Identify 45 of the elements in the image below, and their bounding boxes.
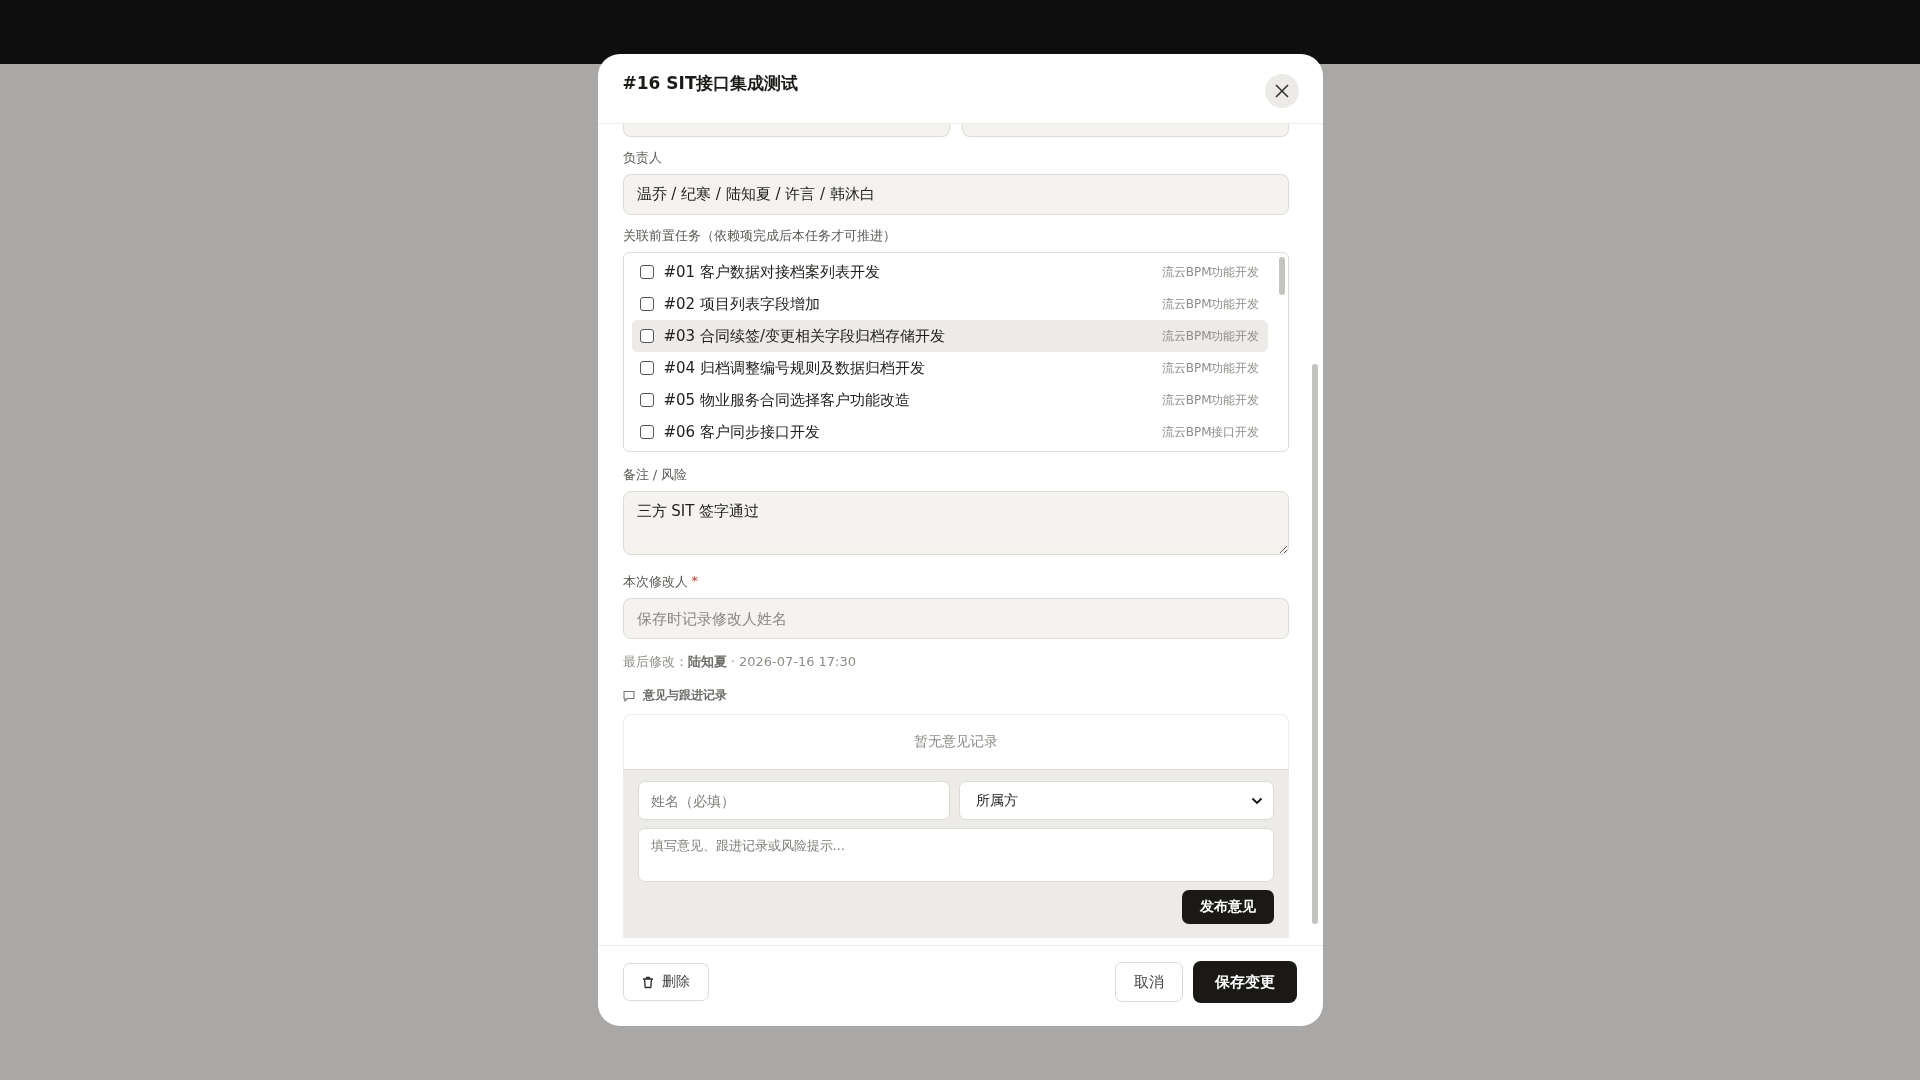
scrollbar[interactable] <box>1311 364 1318 924</box>
field-label: 关联前置任务（依赖项完成后本任务才可推进） <box>622 227 897 245</box>
checkbox[interactable] <box>639 329 654 343</box>
comment-field[interactable]: 填写意见、跟进记录或风险提示... <box>637 828 1274 882</box>
field-label: 备注 / 风险 <box>622 466 689 484</box>
empty-message: 暂无意见记录 <box>913 733 998 751</box>
save-button[interactable]: 保存变更 <box>1192 961 1297 1003</box>
checkbox[interactable] <box>639 393 654 407</box>
scrollbar[interactable] <box>1278 257 1285 295</box>
dialog-title: #16 SIT接口集成测试 <box>622 72 800 95</box>
comment-icon <box>622 689 635 702</box>
task-title: #06 客户同步接口开发 <box>663 422 821 442</box>
task-title: #03 合同续签/变更相关字段归档存储开发 <box>663 326 946 346</box>
task-tag: 流云BPM功能开发 <box>1161 295 1260 313</box>
task-title: #01 客户数据对接档案列表开发 <box>663 262 881 282</box>
task-tag: 流云BPM接口开发 <box>1161 423 1260 441</box>
required-mark: * <box>691 573 698 590</box>
highlighted-row[interactable]: #03 合同续签/变更相关字段归档存储开发 流云BPM功能开发 <box>631 320 1268 352</box>
notes-field[interactable]: 三方 SIT 签字通过 <box>622 491 1289 555</box>
task-title: #02 项目列表字段增加 <box>663 294 821 314</box>
delete-button[interactable]: 删除 <box>622 963 709 1001</box>
task-title: #04 归档调整编号规则及数据归档开发 <box>663 358 926 378</box>
trash-icon <box>641 975 654 989</box>
checkbox[interactable] <box>639 425 654 439</box>
checkbox[interactable] <box>639 297 654 311</box>
last-modified-text: 最后修改：陆知夏 · 2026-07-16 17:30 <box>622 653 858 671</box>
checkbox[interactable] <box>639 361 654 375</box>
close-icon <box>1273 82 1290 99</box>
cancel-button[interactable]: 取消 <box>1114 962 1183 1002</box>
field-label: 本次修改人 <box>622 573 688 591</box>
field-label: 负责人 <box>622 149 663 167</box>
task-title: #05 物业服务合同选择客户功能改造 <box>663 390 911 410</box>
chevron-icon <box>1250 796 1263 805</box>
close-button[interactable] <box>1264 73 1299 108</box>
task-tag: 流云BPM功能开发 <box>1161 359 1260 377</box>
task-tag: 流云BPM功能开发 <box>1161 327 1260 345</box>
section-title: 意见与跟进记录 <box>642 687 727 704</box>
party-select[interactable]: 所属方 <box>959 781 1274 820</box>
task-tag: 流云BPM功能开发 <box>1161 391 1260 409</box>
editor-field[interactable]: 保存时记录修改人姓名 <box>622 598 1289 639</box>
task-tag: 流云BPM功能开发 <box>1161 263 1260 281</box>
checkbox[interactable] <box>639 265 654 279</box>
name-field[interactable]: 姓名（必填） <box>637 781 950 820</box>
owner-field[interactable]: 温乔 / 纪寒 / 陆知夏 / 许言 / 韩沐白 <box>622 174 1289 215</box>
publish-button[interactable]: 发布意见 <box>1181 890 1274 924</box>
